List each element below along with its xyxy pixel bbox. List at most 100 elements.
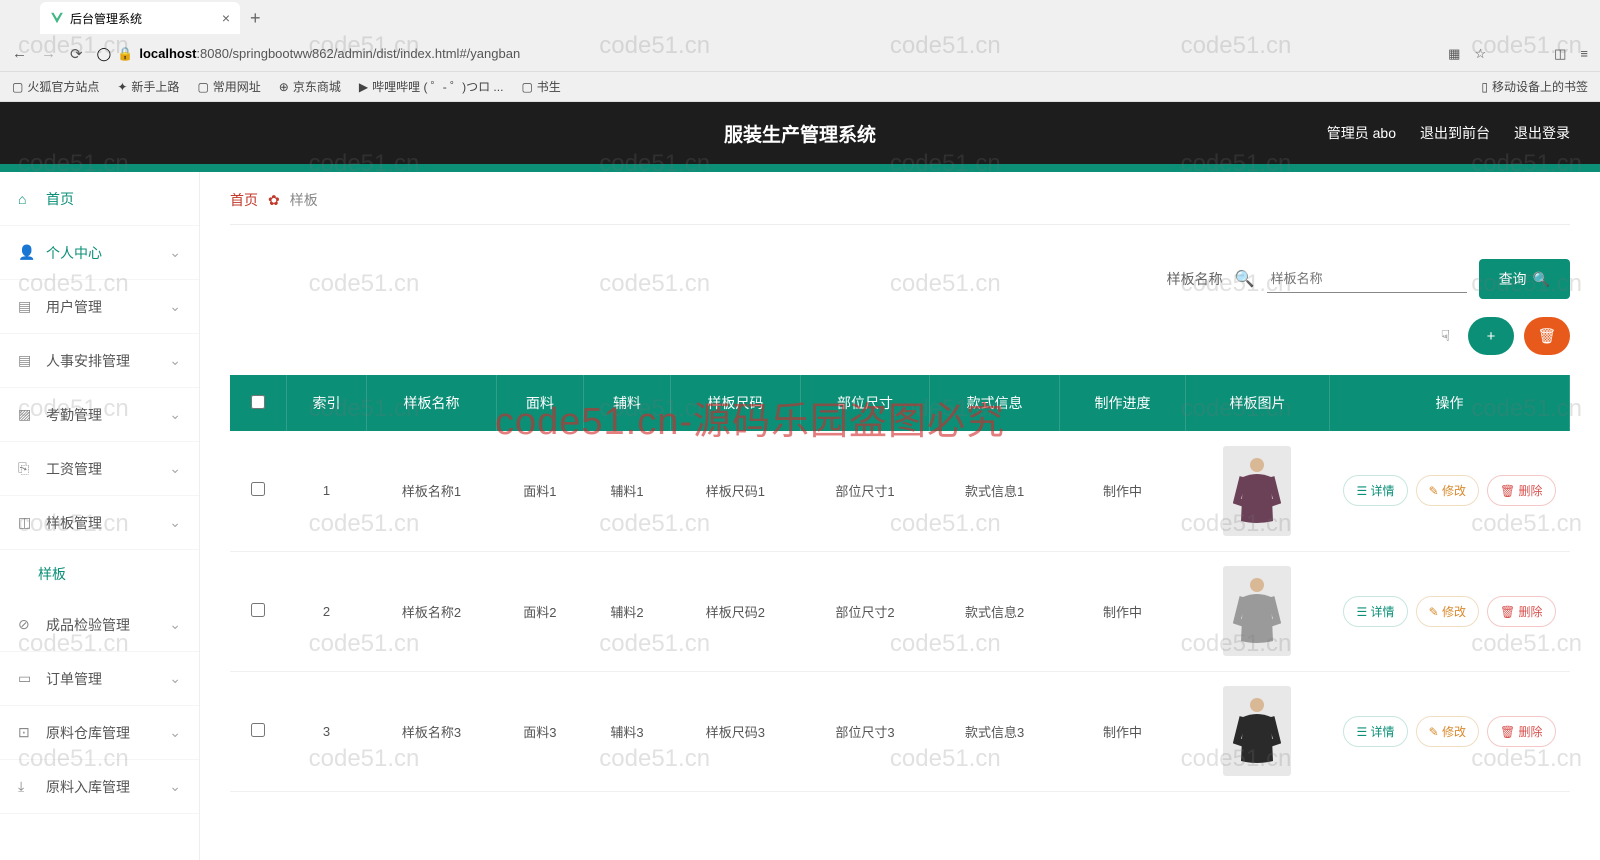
delete-row-button[interactable]: 🗑 删除 xyxy=(1487,475,1556,506)
cell-actions: ☰ 详情 ✎ 修改 🗑 删除 xyxy=(1330,551,1570,671)
product-thumbnail[interactable] xyxy=(1223,566,1291,656)
chevron-down-icon: ⌄ xyxy=(169,460,181,477)
query-button[interactable]: 查询🔍 xyxy=(1479,259,1570,299)
url-box[interactable]: ◯ 🔒 localhost:8080/springbootww862/admin… xyxy=(97,46,1435,62)
add-button[interactable]: + xyxy=(1468,317,1514,355)
filter-row: 样板名称 🔍 查询🔍 xyxy=(230,259,1570,299)
col-progress: 制作进度 xyxy=(1059,375,1185,431)
logout-link[interactable]: 退出登录 xyxy=(1514,123,1570,143)
money-icon: ⎘ xyxy=(18,460,36,477)
exit-front-link[interactable]: 退出到前台 xyxy=(1420,123,1490,143)
chevron-down-icon: ⌄ xyxy=(169,352,181,369)
check-icon: ▨ xyxy=(18,406,36,423)
cell-image xyxy=(1185,431,1329,551)
row-checkbox[interactable] xyxy=(251,482,265,496)
cell-actions: ☰ 详情 ✎ 修改 🗑 删除 xyxy=(1330,671,1570,791)
breadcrumb: 首页 ✿ 样板 xyxy=(230,190,1570,225)
delete-row-button[interactable]: 🗑 删除 xyxy=(1487,596,1556,627)
cell-part: 部位尺寸1 xyxy=(800,431,930,551)
check2-icon: ⊘ xyxy=(18,616,36,633)
lock-icon: 🔒 xyxy=(117,46,133,62)
sidebar-item-inbound[interactable]: ⤓原料入库管理⌄ xyxy=(0,760,199,814)
col-name: 样板名称 xyxy=(367,375,497,431)
tab-title: 后台管理系统 xyxy=(70,10,142,27)
chevron-down-icon: ⌄ xyxy=(169,670,181,687)
cell-progress: 制作中 xyxy=(1059,551,1185,671)
detail-button[interactable]: ☰ 详情 xyxy=(1343,716,1407,747)
bookmark-item[interactable]: ▢ 火狐官方站点 xyxy=(12,78,99,95)
checkbox-all[interactable] xyxy=(251,395,265,409)
list-icon: ▤ xyxy=(18,352,36,369)
cell-fabric: 面料1 xyxy=(496,431,583,551)
bookmark-item[interactable]: ▢ 书生 xyxy=(521,78,560,95)
cell-fabric: 面料2 xyxy=(496,551,583,671)
cell-aux: 辅料2 xyxy=(583,551,670,671)
cell-name: 样板名称2 xyxy=(367,551,497,671)
bookmark-item[interactable]: ▢ 常用网址 xyxy=(197,78,260,95)
sidebar-item-warehouse[interactable]: ⊡原料仓库管理⌄ xyxy=(0,706,199,760)
bookmark-item[interactable]: ✦ 新手上路 xyxy=(117,78,179,95)
sidebar-item-salary[interactable]: ⎘工资管理⌄ xyxy=(0,442,199,496)
row-checkbox[interactable] xyxy=(251,603,265,617)
sidebar-item-hr[interactable]: ▤人事安排管理⌄ xyxy=(0,334,199,388)
filter-label: 样板名称 xyxy=(1167,269,1223,289)
qr-icon[interactable]: ▦ xyxy=(1448,46,1460,62)
sidebar-item-orders[interactable]: ▭订单管理⌄ xyxy=(0,652,199,706)
new-tab-button[interactable]: + xyxy=(250,8,261,29)
cell-index: 1 xyxy=(286,431,366,551)
sidebar-item-profile[interactable]: 👤个人中心⌄ xyxy=(0,226,199,280)
chevron-down-icon: ⌄ xyxy=(169,298,181,315)
users-icon: ▤ xyxy=(18,298,36,315)
detail-button[interactable]: ☰ 详情 xyxy=(1343,475,1407,506)
col-size: 样板尺码 xyxy=(671,375,801,431)
cell-index: 3 xyxy=(286,671,366,791)
chevron-down-icon: ⌄ xyxy=(169,244,181,261)
tab-bar: 后台管理系统 × + xyxy=(0,0,1600,36)
sidebar-item-attendance[interactable]: ▨考勤管理⌄ xyxy=(0,388,199,442)
warehouse-icon: ⊡ xyxy=(18,724,36,741)
star-icon[interactable]: ☆ xyxy=(1474,46,1486,62)
close-icon[interactable]: × xyxy=(222,10,230,26)
col-index: 索引 xyxy=(286,375,366,431)
cell-style: 款式信息3 xyxy=(930,671,1060,791)
reload-icon[interactable]: ⟳ xyxy=(70,45,83,63)
extensions-icon[interactable]: ◫ xyxy=(1554,46,1566,62)
forward-icon[interactable]: → xyxy=(41,45,56,62)
menu-icon[interactable]: ≡ xyxy=(1580,46,1588,61)
breadcrumb-home[interactable]: 首页 xyxy=(230,190,258,210)
chevron-down-icon: ⌄ xyxy=(169,406,181,423)
chevron-down-icon: ⌄ xyxy=(169,514,181,531)
inbox-icon: ⤓ xyxy=(18,778,36,795)
product-thumbnail[interactable] xyxy=(1223,446,1291,536)
cell-actions: ☰ 详情 ✎ 修改 🗑 删除 xyxy=(1330,431,1570,551)
filter-input[interactable] xyxy=(1267,265,1467,293)
detail-button[interactable]: ☰ 详情 xyxy=(1343,596,1407,627)
cell-size: 样板尺码3 xyxy=(671,671,801,791)
back-icon[interactable]: ← xyxy=(12,45,27,62)
sidebar-item-home[interactable]: ⌂首页 xyxy=(0,172,199,226)
table-row: 2 样板名称2 面料2 辅料2 样板尺码2 部位尺寸2 款式信息2 制作中 ☰ … xyxy=(230,551,1570,671)
row-checkbox[interactable] xyxy=(251,723,265,737)
sidebar-item-users[interactable]: ▤用户管理⌄ xyxy=(0,280,199,334)
product-thumbnail[interactable] xyxy=(1223,686,1291,776)
edit-button[interactable]: ✎ 修改 xyxy=(1416,596,1479,627)
sidebar-item-template[interactable]: ◫样板管理⌄ xyxy=(0,496,199,550)
chevron-down-icon: ⌄ xyxy=(169,616,181,633)
sidebar-item-inspect[interactable]: ⊘成品检验管理⌄ xyxy=(0,598,199,652)
sidebar-subitem-yangban[interactable]: 样板 xyxy=(0,550,199,598)
delete-row-button[interactable]: 🗑 删除 xyxy=(1487,716,1556,747)
user-icon: 👤 xyxy=(18,244,36,261)
delete-button[interactable]: 🗑 xyxy=(1524,317,1570,355)
bookmark-bar: ▢ 火狐官方站点 ✦ 新手上路 ▢ 常用网址 ⊕ 京东商城 ▶ 哔哩哔哩 ( ゜… xyxy=(0,72,1600,102)
bookmark-item[interactable]: ⊕ 京东商城 xyxy=(279,78,341,95)
bookmark-item[interactable]: ▶ 哔哩哔哩 ( ゜- ゜)つロ ... xyxy=(359,78,504,95)
cell-part: 部位尺寸2 xyxy=(800,551,930,671)
table-row: 1 样板名称1 面料1 辅料1 样板尺码1 部位尺寸1 款式信息1 制作中 ☰ … xyxy=(230,431,1570,551)
user-info[interactable]: 管理员 abo xyxy=(1327,123,1396,143)
browser-tab[interactable]: 后台管理系统 × xyxy=(40,2,240,34)
chevron-down-icon: ⌄ xyxy=(169,778,181,795)
mobile-bookmark[interactable]: ▯ 移动设备上的书签 xyxy=(1481,78,1588,95)
edit-button[interactable]: ✎ 修改 xyxy=(1416,716,1479,747)
edit-button[interactable]: ✎ 修改 xyxy=(1416,475,1479,506)
url-text: localhost:8080/springbootww862/admin/dis… xyxy=(139,46,520,61)
